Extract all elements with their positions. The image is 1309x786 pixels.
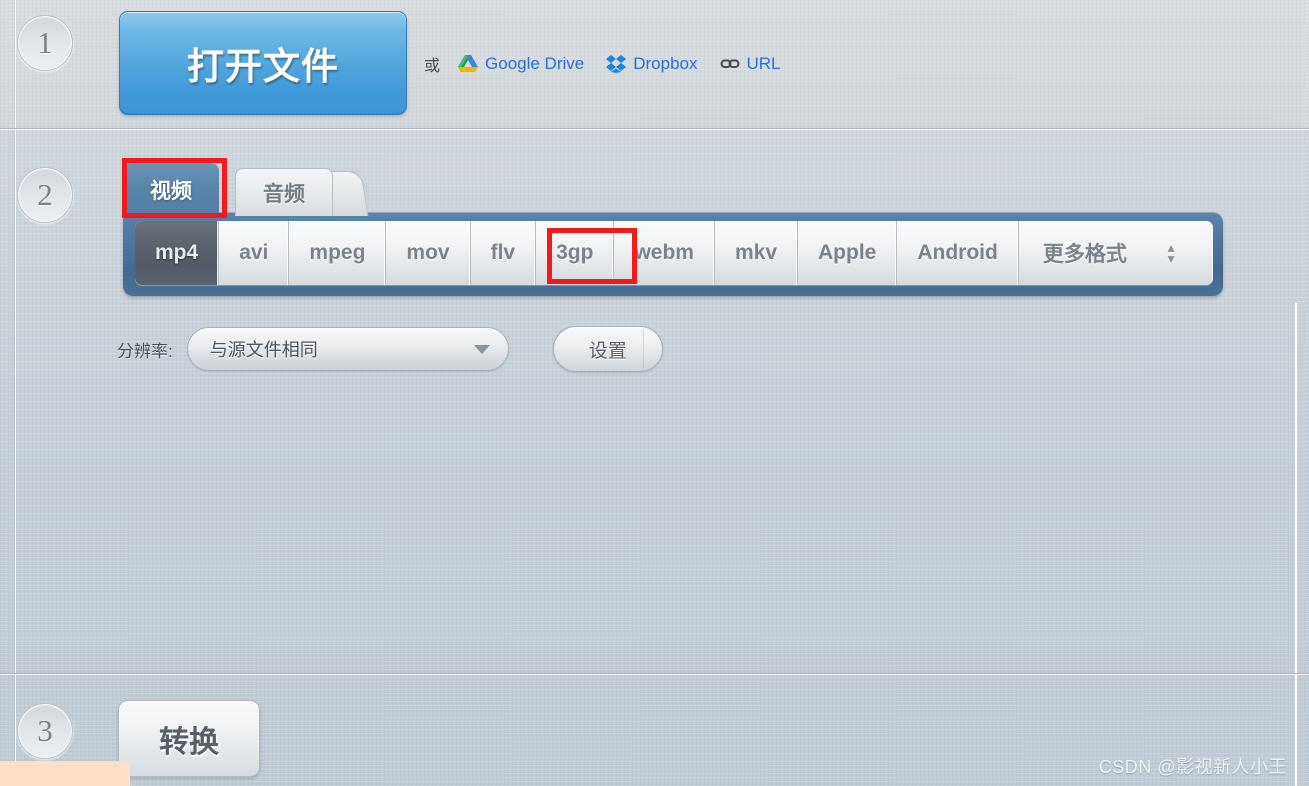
- or-label: 或: [424, 58, 441, 75]
- dropbox-source[interactable]: Dropbox: [606, 54, 698, 74]
- format-button-3gp[interactable]: 3gp: [536, 221, 615, 285]
- format-button-mkv[interactable]: mkv: [714, 221, 798, 285]
- link-icon: [720, 55, 740, 73]
- format-button-avi[interactable]: avi: [219, 221, 290, 285]
- format-label-android: Android: [917, 241, 998, 264]
- format-label-mpeg: mpeg: [309, 241, 366, 264]
- google-drive-source[interactable]: Google Drive: [458, 54, 584, 74]
- dropbox-label: Dropbox: [633, 54, 698, 73]
- resolution-value: 与源文件相同: [209, 340, 318, 360]
- google-drive-label: Google Drive: [485, 54, 585, 73]
- format-label-apple: Apple: [818, 241, 877, 264]
- format-button-mov[interactable]: mov: [386, 221, 471, 285]
- format-label-webm: webm: [634, 241, 694, 264]
- chevron-down-icon: [473, 344, 490, 354]
- tab-audio-label: 音频: [263, 182, 305, 206]
- open-file-label: 打开文件: [187, 46, 339, 87]
- settings-button[interactable]: 设置: [552, 326, 663, 372]
- tab-video[interactable]: 视频: [123, 163, 219, 216]
- media-type-tabs: 视频 音频: [123, 160, 369, 216]
- section-divider-1: [0, 128, 1309, 129]
- resolution-select[interactable]: 与源文件相同: [186, 327, 509, 371]
- resolution-row: 分辨率: 与源文件相同 设置: [117, 325, 663, 373]
- format-label-mp4: mp4: [155, 241, 199, 264]
- google-drive-icon: [458, 55, 479, 73]
- tab-audio[interactable]: 音频: [235, 168, 333, 216]
- converter-page: 1 打开文件 或 Google Drive Dropbox URL 2 视频 音…: [0, 0, 1309, 786]
- dropbox-icon: [606, 55, 627, 73]
- format-label-avi: avi: [239, 241, 269, 264]
- settings-label: 设置: [588, 340, 627, 362]
- format-button-webm[interactable]: webm: [614, 221, 715, 285]
- format-button-apple[interactable]: Apple: [798, 221, 898, 285]
- convert-button[interactable]: 转换: [118, 700, 260, 777]
- format-button-group: mp4 avi mpeg mov flv 3gp webm mkv Apple …: [135, 221, 1213, 285]
- watermark-text: CSDN @影视新人小王: [1098, 757, 1287, 777]
- format-button-flv[interactable]: flv: [470, 221, 537, 285]
- tab-video-label: 视频: [150, 179, 192, 203]
- format-button-mp4[interactable]: mp4: [135, 221, 220, 285]
- alternate-sources: 或 Google Drive Dropbox URL: [424, 50, 803, 78]
- step-number-2: 2: [17, 167, 73, 223]
- format-button-mpeg[interactable]: mpeg: [289, 221, 387, 285]
- format-label-3gp: 3gp: [556, 241, 594, 264]
- chevron-up-down-icon[interactable]: ▲ ▼: [1165, 242, 1177, 265]
- step-number-1: 1: [17, 15, 73, 71]
- right-edge-divider: [1295, 303, 1297, 786]
- convert-label: 转换: [159, 725, 219, 759]
- format-button-android[interactable]: Android: [897, 221, 1019, 285]
- url-label: URL: [746, 54, 781, 73]
- left-gutter-divider: [15, 0, 16, 786]
- resolution-label: 分辨率:: [117, 341, 173, 361]
- format-label-flv: flv: [490, 241, 516, 264]
- open-file-button[interactable]: 打开文件: [119, 11, 407, 115]
- format-label-mov: mov: [406, 241, 450, 264]
- section-divider-2: [0, 673, 1309, 674]
- format-label-mkv: mkv: [734, 241, 777, 264]
- format-selector-bar: mp4 avi mpeg mov flv 3gp webm mkv Apple …: [123, 212, 1223, 296]
- step-number-3: 3: [17, 703, 73, 759]
- bottom-left-panel: [0, 761, 130, 786]
- more-formats-label: 更多格式: [1042, 243, 1127, 266]
- url-source[interactable]: URL: [720, 54, 781, 74]
- more-formats-button[interactable]: 更多格式 ▲ ▼: [1018, 221, 1213, 285]
